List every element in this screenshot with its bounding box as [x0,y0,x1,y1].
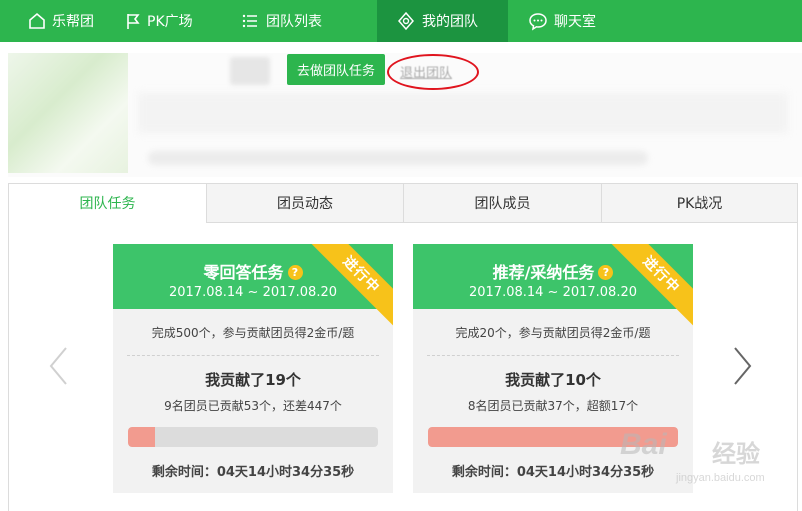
team-contribution-status: 9名团员已贡献53个，还差447个 [164,399,342,413]
nav-label: 我的团队 [422,14,478,30]
chevron-right-icon[interactable] [733,346,753,386]
nav-item-my-team[interactable]: 我的团队 [377,0,508,42]
task-rule: 完成500个，参与贡献团员得2金币/题 [151,326,355,340]
annotation-circle [387,54,479,90]
divider [427,355,679,356]
team-contribution-status: 8名团员已贡献37个，超额17个 [467,399,639,413]
list-icon [242,14,257,28]
team-avatar [8,53,128,173]
my-contribution: 我贡献了19个 [205,371,301,389]
nav-item-team-list[interactable]: 团队列表 [238,0,377,42]
my-contribution: 我贡献了10个 [505,371,601,389]
home-icon [29,12,45,29]
tab-member-activity[interactable]: 团员动态 [206,184,403,223]
help-icon[interactable]: ? [598,265,614,280]
top-nav: 乐帮团 PK广场 团队列表 我的团队 聊天室 [0,0,802,42]
task-date-range: 2017.08.14 ~ 2017.08.20 [468,285,638,300]
team-name-blurred [230,57,270,85]
tab-team-tasks[interactable]: 团队任务 [9,184,206,223]
watermark-brand: Bai [620,428,667,461]
do-team-task-button[interactable]: 去做团队任务 [287,54,385,85]
progress-bar [128,427,378,447]
remaining-time: 剩余时间：04天14小时34分35秒 [151,465,355,480]
task-title-text: 零回答任务 [203,263,284,282]
baidu-jingyan-watermark: Bai 经验 jingyan.baidu.com [612,424,792,494]
nav-label: 聊天室 [554,14,596,30]
task-date-range: 2017.08.14 ~ 2017.08.20 [168,285,338,300]
help-icon[interactable]: ? [287,265,303,280]
nav-label: PK广场 [147,14,193,30]
team-icon [398,11,414,31]
nav-item-chat-room[interactable]: 聊天室 [508,0,628,42]
tab-bar: 团队任务 团员动态 团队成员 PK战况 [9,184,797,223]
nav-item-lebangtuan[interactable]: 乐帮团 [0,0,121,42]
flag-icon [127,14,140,29]
task-title-text: 推荐/采纳任务 [492,263,595,282]
divider [127,355,379,356]
watermark-url: jingyan.baidu.com [676,472,765,484]
nav-label: 乐帮团 [52,14,94,30]
chat-icon [529,13,547,31]
nav-label: 团队列表 [266,14,322,30]
progress-fill [128,427,155,447]
task-rule: 完成20个，参与贡献团员得2金币/题 [455,326,651,340]
chevron-left-icon[interactable] [48,346,68,386]
watermark-cn: 经验 [712,440,760,468]
nav-item-pk-square[interactable]: PK广场 [121,0,238,42]
task-card: 零回答任务? 2017.08.14 ~ 2017.08.20 进行中 完成500… [113,244,393,493]
tab-pk-status[interactable]: PK战况 [601,184,797,223]
banner-blurred-area [138,93,788,133]
team-info-blurred [148,151,648,165]
tab-team-members[interactable]: 团队成员 [403,184,601,223]
